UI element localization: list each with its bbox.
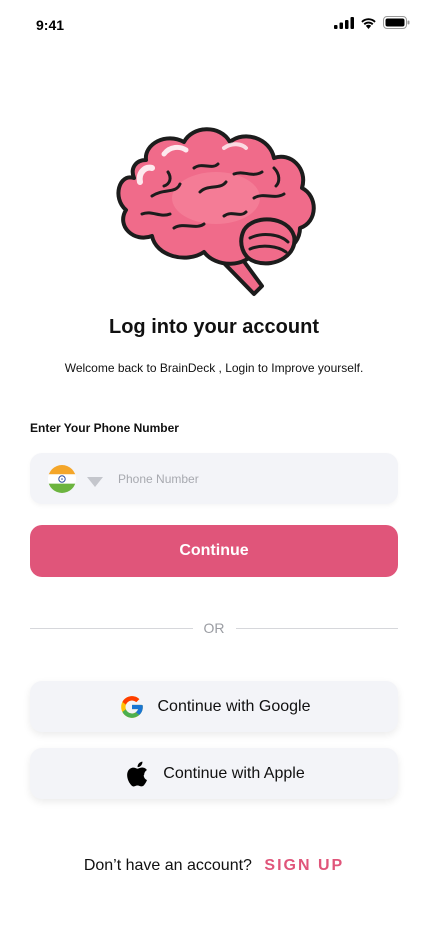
page-title: Log into your account: [109, 316, 319, 338]
google-login-button[interactable]: Continue with Google: [30, 681, 398, 732]
phone-input[interactable]: [118, 453, 388, 504]
signal-icon: [334, 16, 354, 29]
divider-line-right: [236, 628, 398, 629]
status-icons: [334, 16, 410, 29]
signup-prompt: Don’t have an account?: [83, 857, 252, 874]
battery-icon: [383, 16, 410, 29]
or-divider: OR: [30, 620, 398, 638]
india-flag-icon[interactable]: [48, 465, 76, 493]
status-bar: 9:41: [0, 0, 428, 50]
apple-icon: [123, 760, 151, 788]
apple-login-button[interactable]: Continue with Apple: [30, 748, 398, 799]
apple-button-label: Continue with Apple: [163, 764, 305, 782]
status-time: 9:41: [36, 17, 65, 33]
brain-icon: [116, 127, 316, 296]
signup-link[interactable]: SIGN UP: [264, 857, 344, 874]
google-button-label: Continue with Google: [157, 697, 311, 715]
phone-label: Enter Your Phone Number: [30, 421, 179, 435]
signup-row: Don’t have an account? SIGN UP: [0, 857, 428, 875]
chevron-down-icon[interactable]: [87, 477, 103, 487]
wifi-icon: [361, 17, 376, 29]
page-subtitle: Welcome back to BrainDeck , Login to Imp…: [64, 361, 364, 375]
phone-field: [30, 453, 398, 504]
continue-button[interactable]: Continue: [30, 525, 398, 577]
google-icon: [118, 693, 146, 721]
